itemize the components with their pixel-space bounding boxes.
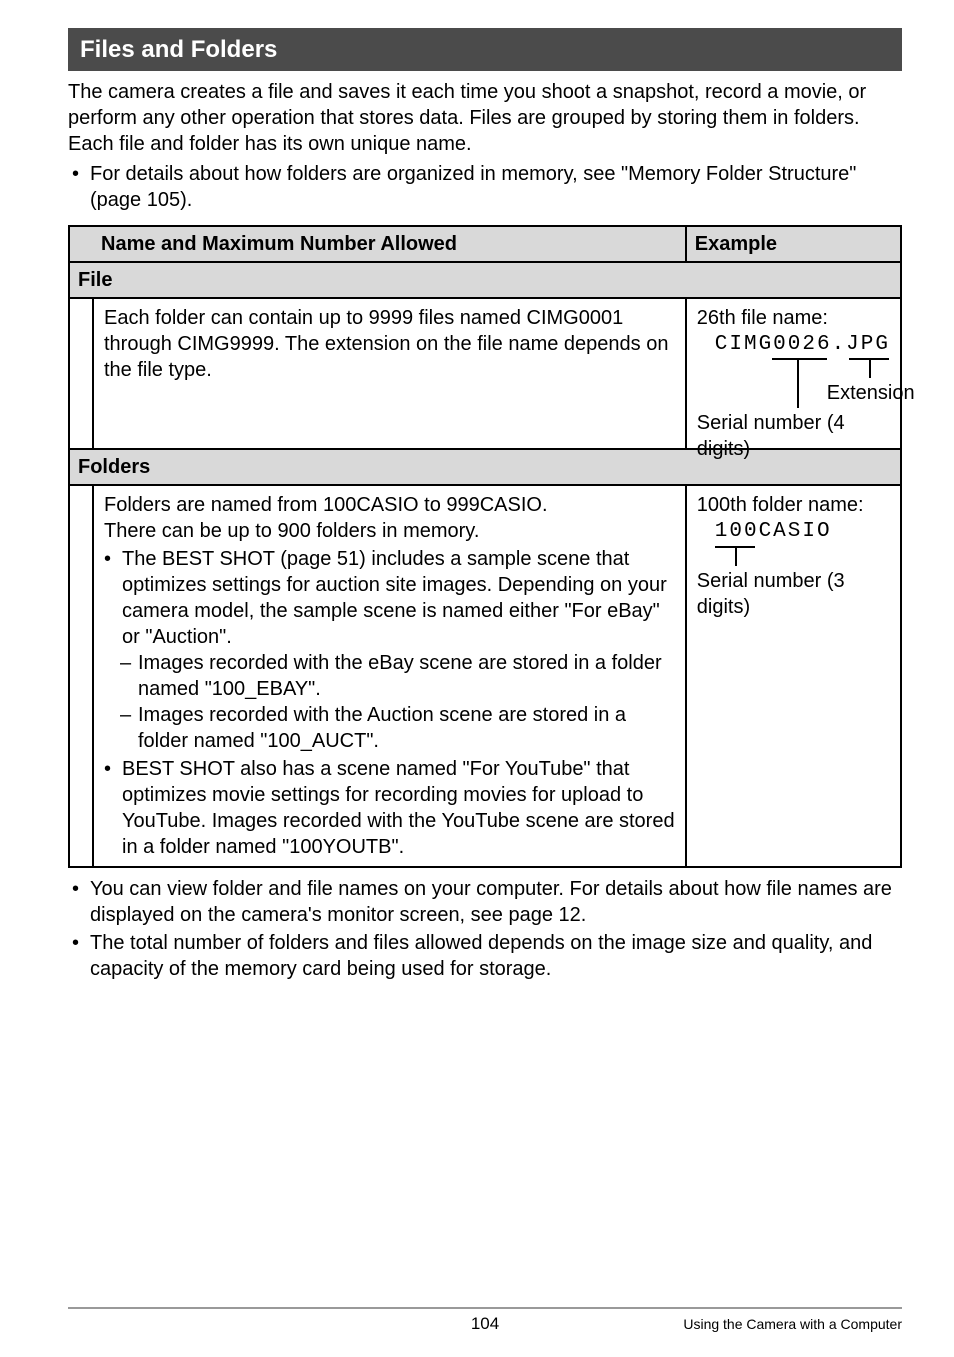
folders-bullet-2: BEST SHOT also has a scene named "For Yo… [104, 756, 675, 860]
folders-bullet-1: The BEST SHOT (page 51) includes a sampl… [104, 546, 675, 650]
header-spacer [69, 226, 93, 262]
file-example: 26th file name: CIMG0026.JPG Extension S… [686, 298, 901, 449]
folders-example: 100th folder name: 100CASIO Serial numbe… [686, 485, 901, 867]
file-description: Each folder can contain up to 9999 files… [93, 298, 686, 449]
col-header-name: Name and Maximum Number Allowed [93, 226, 686, 262]
page-footer: 104 Using the Camera with a Computer [68, 1307, 902, 1333]
folders-dash-1: Images recorded with the eBay scene are … [104, 650, 675, 702]
after-bullet-2: The total number of folders and files al… [68, 930, 902, 982]
folders-example-title: 100th folder name: [697, 492, 890, 518]
file-example-title: 26th file name: [697, 305, 890, 331]
after-bullet-1: You can view folder and file names on yo… [68, 876, 902, 928]
footer-section-label: Using the Camera with a Computer [683, 1315, 902, 1333]
folders-p1: Folders are named from 100CASIO to 999CA… [104, 492, 675, 518]
page-number: 104 [471, 1313, 499, 1335]
serial-label-3: Serial number (3 digits) [697, 568, 890, 620]
file-subheader: File [69, 262, 901, 298]
extension-label: Extension [827, 380, 915, 406]
intro-bullet: For details about how folders are organi… [68, 161, 902, 213]
folders-dash-2: Images recorded with the Auction scene a… [104, 702, 675, 754]
file-row-spacer [69, 298, 93, 449]
serial-label-4: Serial number (4 digits) [697, 410, 890, 462]
section-header: Files and Folders [68, 28, 902, 71]
col-header-example: Example [686, 226, 901, 262]
file-example-name: CIMG0026.JPG [697, 331, 890, 358]
folders-example-name: 100CASIO [697, 518, 890, 545]
files-folders-table: Name and Maximum Number Allowed Example … [68, 225, 902, 868]
intro-paragraph: The camera creates a file and saves it e… [68, 79, 902, 157]
folders-description: Folders are named from 100CASIO to 999CA… [93, 485, 686, 867]
folders-p2: There can be up to 900 folders in memory… [104, 518, 675, 544]
folders-row-spacer [69, 485, 93, 867]
